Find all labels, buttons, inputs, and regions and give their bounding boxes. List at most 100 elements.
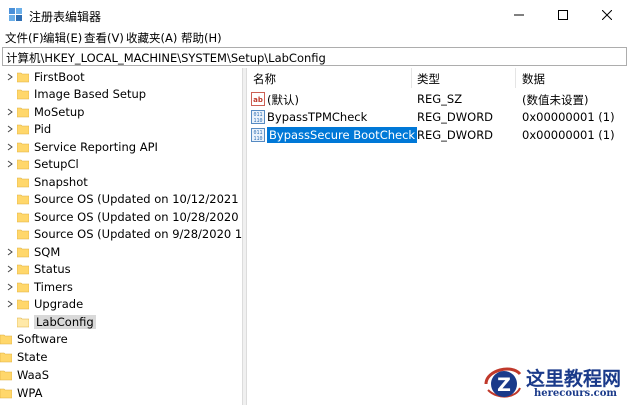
tree-item-label: MoSetup [34, 104, 85, 119]
watermark: Z 这里教程网 herecours.com [482, 360, 627, 405]
column-divider[interactable] [515, 68, 516, 88]
folder-icon [17, 177, 29, 187]
value-data: 0x00000001 (1) [522, 128, 615, 142]
tree-item-label: Source OS (Updated on 10/12/2021 1 [34, 191, 242, 206]
chevron-right-icon[interactable] [5, 243, 15, 260]
tree-item-label: State [17, 349, 48, 364]
tree-item[interactable]: FirstBoot [5, 68, 85, 85]
chevron-right-icon[interactable] [5, 260, 15, 277]
tree-item[interactable]: MoSetup [5, 103, 84, 120]
tree-item[interactable]: Source OS (Updated on 9/28/2020 15 [5, 225, 242, 242]
folder-icon [17, 142, 29, 152]
tree-item[interactable]: Service Reporting API [5, 138, 158, 155]
close-button[interactable] [585, 0, 629, 30]
registry-editor-icon [9, 8, 22, 21]
value-data: (数值未设置) [522, 93, 589, 107]
tree-item-label: Service Reporting API [34, 139, 158, 154]
key-tree: FirstBoot Image Based Setup MoSetup Pid … [0, 68, 242, 405]
folder-icon [0, 352, 12, 362]
svg-text:110: 110 [253, 118, 262, 124]
watermark-brand: 这里教程网 [526, 368, 622, 390]
string-value-icon: ab [251, 92, 265, 106]
address-bar[interactable]: 计算机\HKEY_LOCAL_MACHINE\SYSTEM\Setup\LabC… [2, 47, 627, 66]
title-bar: 注册表编辑器 [0, 0, 629, 30]
tree-item[interactable]: Timers [5, 278, 73, 295]
folder-icon [17, 89, 29, 99]
tree-item-label: FirstBoot [34, 69, 85, 84]
tree-item-label: Software [17, 331, 68, 346]
folder-icon [17, 124, 29, 134]
column-header-name[interactable]: 名称 [253, 68, 276, 88]
tree-item-label: WPA [17, 385, 43, 400]
tree-item[interactable]: Image Based Setup [5, 85, 146, 102]
tree-item-label: SQM [34, 244, 61, 259]
dword-value-icon: 011 110 [251, 128, 265, 142]
folder-icon [17, 299, 29, 309]
value-name-edit[interactable]: BypassSecure BootCheck [265, 126, 419, 144]
svg-text:110: 110 [253, 136, 262, 142]
tree-item[interactable]: WaaS [0, 366, 49, 383]
tree-item[interactable]: SQM [5, 243, 60, 260]
folder-icon [17, 107, 29, 117]
tree-item[interactable]: Source OS (Updated on 10/12/2021 1 [5, 190, 242, 207]
menu-file[interactable]: 文件(F) [5, 30, 44, 46]
menu-help[interactable]: 帮助(H) [181, 30, 222, 46]
chevron-right-icon[interactable] [5, 103, 15, 120]
folder-icon [17, 72, 29, 82]
tree-item-label: SetupCl [34, 156, 79, 171]
folder-icon [0, 370, 12, 380]
value-row-selected[interactable]: 011 110 BypassSecure BootCheck REG_DWORD… [247, 126, 629, 144]
value-type: REG_SZ [417, 92, 463, 106]
tree-item[interactable]: Software [0, 330, 68, 347]
minimize-icon [514, 14, 524, 16]
folder-icon [17, 212, 29, 222]
folder-icon [17, 247, 29, 257]
tree-item[interactable]: Source OS (Updated on 10/28/2020 1 [5, 208, 242, 225]
dword-value-icon: 011 110 [251, 110, 265, 124]
tree-item-label: Status [34, 261, 71, 276]
minimize-button[interactable] [497, 0, 541, 30]
tree-item[interactable]: Status [5, 260, 71, 277]
value-row[interactable]: ab (默认) REG_SZ (数值未设置) [247, 90, 629, 108]
folder-icon [17, 317, 29, 327]
chevron-right-icon[interactable] [5, 155, 15, 172]
tree-item[interactable]: SetupCl [5, 155, 79, 172]
watermark-logo-icon: Z [484, 367, 522, 398]
tree-item[interactable]: Snapshot [5, 173, 88, 190]
value-name: BypassTPMCheck [267, 110, 368, 124]
tree-item[interactable]: WPA [0, 384, 42, 401]
chevron-right-icon[interactable] [5, 68, 15, 85]
folder-icon [17, 229, 29, 239]
tree-item[interactable]: Pid [5, 120, 51, 137]
menu-favorites[interactable]: 收藏夹(A) [126, 30, 177, 46]
tree-item[interactable]: Upgrade [5, 295, 83, 312]
value-name: (默认) [267, 93, 299, 107]
folder-icon [17, 264, 29, 274]
value-type: REG_DWORD [417, 110, 494, 124]
value-data: 0x00000001 (1) [522, 110, 615, 124]
chevron-right-icon[interactable] [5, 138, 15, 155]
menu-view[interactable]: 查看(V) [84, 30, 124, 46]
tree-item-label: Snapshot [34, 174, 88, 189]
address-path: 计算机\HKEY_LOCAL_MACHINE\SYSTEM\Setup\LabC… [6, 51, 326, 65]
tree-item[interactable]: State [0, 348, 47, 365]
column-header-type[interactable]: 类型 [417, 68, 440, 88]
column-header-data[interactable]: 数据 [522, 68, 545, 88]
maximize-icon [558, 10, 568, 20]
tree-item-label: Source OS (Updated on 10/28/2020 1 [34, 209, 242, 224]
column-divider[interactable] [411, 68, 412, 88]
tree-item-selected[interactable]: LabConfig [5, 313, 96, 330]
svg-text:ab: ab [253, 96, 263, 104]
values-list: 名称 类型 数据 ab (默认) REG_SZ (数值未设置) 011 110 … [247, 68, 629, 405]
window-title: 注册表编辑器 [29, 10, 102, 24]
tree-item-label: Timers [34, 279, 73, 294]
chevron-right-icon[interactable] [5, 120, 15, 137]
maximize-button[interactable] [541, 0, 585, 30]
chevron-right-icon[interactable] [5, 278, 15, 295]
chevron-right-icon[interactable] [5, 295, 15, 312]
tree-item-label: Image Based Setup [34, 86, 147, 101]
value-row[interactable]: 011 110 BypassTPMCheck REG_DWORD 0x00000… [247, 108, 629, 126]
menu-edit[interactable]: 编辑(E) [43, 30, 82, 46]
value-type: REG_DWORD [417, 128, 494, 142]
menu-bar: 文件(F) 编辑(E) 查看(V) 收藏夹(A) 帮助(H) [0, 28, 629, 46]
